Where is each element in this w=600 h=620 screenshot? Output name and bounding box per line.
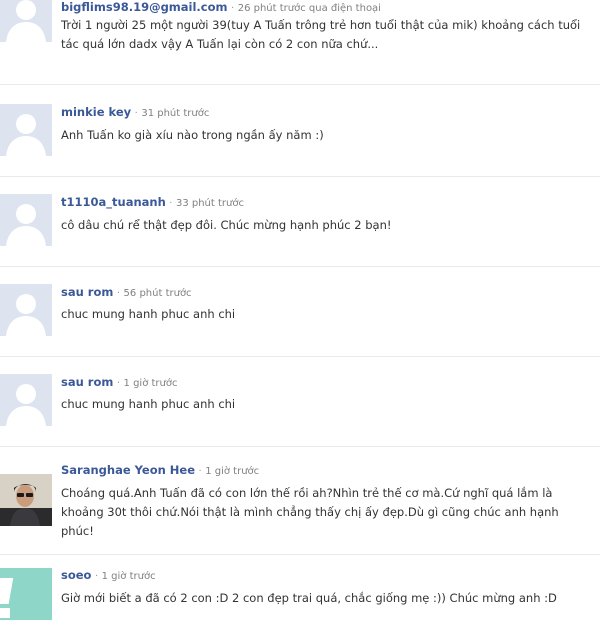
avatar[interactable] bbox=[0, 374, 52, 426]
default-avatar-icon bbox=[0, 0, 52, 42]
comment-timestamp[interactable]: 1 giờ trước bbox=[205, 466, 259, 477]
default-avatar-icon bbox=[0, 374, 52, 426]
meta-separator: · bbox=[198, 466, 202, 477]
comment-author-link[interactable]: bigflims98.19@gmail.com bbox=[61, 0, 228, 14]
default-avatar-icon bbox=[0, 284, 52, 336]
meta-separator: · bbox=[231, 3, 235, 14]
comment-author-link[interactable]: sau rom bbox=[61, 375, 113, 389]
comment-meta: minkie key · 31 phút trước bbox=[61, 105, 209, 119]
comment-timestamp[interactable]: 26 phút trước qua điện thoại bbox=[238, 3, 381, 14]
divider bbox=[0, 176, 600, 177]
comment-text: Anh Tuấn ko già xíu nào trong ngần ấy nă… bbox=[61, 128, 324, 142]
divider bbox=[0, 84, 600, 85]
meta-separator: · bbox=[169, 198, 173, 209]
meta-separator: · bbox=[94, 571, 99, 582]
avatar[interactable] bbox=[0, 0, 52, 42]
comment-text: chuc mung hanh phuc anh chi bbox=[61, 307, 236, 321]
comment-author-link[interactable]: minkie key bbox=[61, 105, 131, 119]
meta-separator: · bbox=[116, 288, 121, 299]
comment-timestamp[interactable]: 33 phút trước bbox=[176, 198, 244, 209]
default-avatar-icon bbox=[0, 194, 52, 246]
comment-meta: sau rom · 1 giờ trước bbox=[61, 375, 178, 389]
comment-author-link[interactable]: sau rom bbox=[61, 285, 113, 299]
comment-text: Giờ mới biết a đã có 2 con :D 2 con đẹp … bbox=[61, 591, 557, 605]
meta-separator: · bbox=[134, 108, 138, 119]
comment-text: chuc mung hanh phuc anh chi bbox=[61, 397, 236, 411]
exclamation-avatar-icon bbox=[0, 568, 52, 620]
comment-text: cô dâu chú rể thật đẹp đôi. Chúc mừng hạ… bbox=[61, 218, 392, 232]
avatar[interactable] bbox=[0, 194, 52, 246]
comment-meta: soeo · 1 giờ trước bbox=[61, 568, 156, 582]
comment-author-link[interactable]: t1110a_tuananh bbox=[61, 195, 166, 209]
avatar[interactable] bbox=[0, 284, 52, 336]
default-avatar-icon bbox=[0, 104, 52, 156]
comment-timestamp[interactable]: 56 phút trước bbox=[124, 288, 192, 299]
comment-meta: Saranghae Yeon Hee · 1 giờ trước bbox=[61, 463, 259, 477]
comment-timestamp[interactable]: 31 phút trước bbox=[141, 108, 209, 119]
comment-author-link[interactable]: soeo bbox=[61, 568, 91, 582]
comment-meta: t1110a_tuananh · 33 phút trước bbox=[61, 195, 244, 209]
comment-timestamp[interactable]: 1 giờ trước bbox=[102, 571, 156, 582]
avatar[interactable] bbox=[0, 474, 52, 526]
divider bbox=[0, 554, 600, 555]
comment-meta: sau rom · 56 phút trước bbox=[61, 285, 192, 299]
avatar[interactable] bbox=[0, 568, 52, 620]
divider bbox=[0, 266, 600, 267]
comment-text: Trời 1 người 25 một người 39(tuy A Tuấn … bbox=[61, 18, 581, 51]
comment-timestamp[interactable]: 1 giờ trước bbox=[124, 378, 178, 389]
divider bbox=[0, 356, 600, 357]
comment-author-link[interactable]: Saranghae Yeon Hee bbox=[61, 463, 195, 477]
user-photo-icon bbox=[0, 474, 52, 526]
comment-meta: bigflims98.19@gmail.com · 26 phút trước … bbox=[61, 0, 381, 14]
divider bbox=[0, 446, 600, 447]
meta-separator: · bbox=[116, 378, 121, 389]
avatar[interactable] bbox=[0, 104, 52, 156]
comment-text: Choáng quá.Anh Tuấn đã có con lớn thế rồ… bbox=[61, 486, 559, 538]
